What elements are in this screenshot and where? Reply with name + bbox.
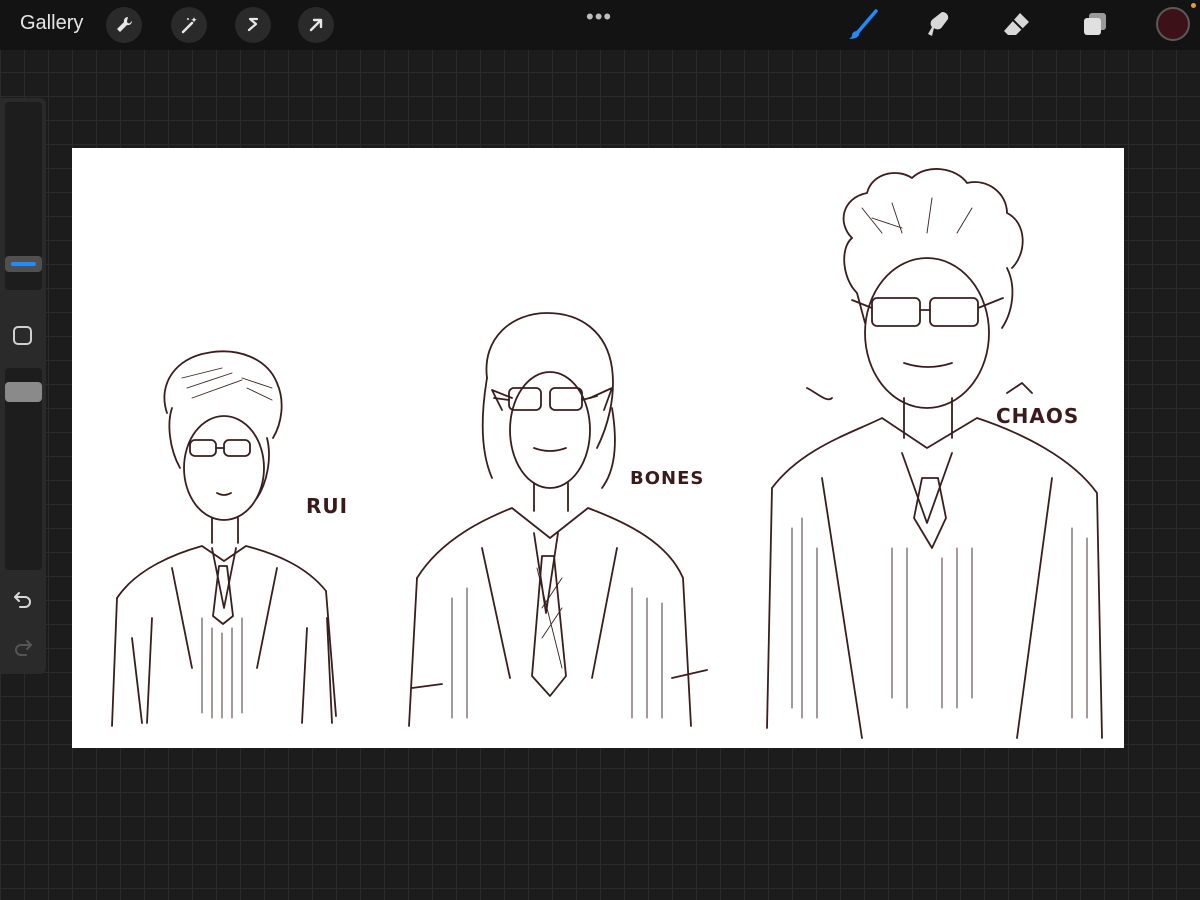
undo-button[interactable] [10,588,36,610]
more-menu-button[interactable]: ••• [586,4,612,30]
eraser-tool-button[interactable] [1000,8,1034,42]
top-toolbar: Gallery ••• [0,0,1200,50]
character-rui [111,350,337,727]
brush-sidebar [0,98,46,674]
transform-arrow-icon [309,18,323,32]
smudge-tool-button[interactable] [922,8,956,42]
layers-icon [1084,13,1106,35]
label-bones: BONES [630,468,705,489]
character-bones [408,312,708,727]
opacity-thumb[interactable] [5,382,42,402]
layers-button[interactable] [1078,8,1112,42]
label-rui: RUI [306,494,349,518]
wrench-icon [117,16,133,32]
selection-button[interactable] [235,7,271,43]
notification-dot [1191,3,1196,8]
brush-size-indicator [11,262,36,266]
label-chaos: CHAOS [996,404,1080,428]
brush-icon [849,9,878,39]
gallery-button[interactable]: Gallery [20,12,83,35]
redo-icon [15,640,32,656]
brush-tool-button[interactable] [846,8,880,42]
color-swatch-button[interactable] [1156,7,1190,41]
undo-icon [14,592,31,608]
smudge-icon [928,12,949,36]
adjustments-button[interactable] [171,7,207,43]
character-chaos [766,168,1103,739]
actions-button[interactable] [106,7,142,43]
eraser-icon [1004,13,1029,35]
redo-button[interactable] [10,636,36,658]
selection-icon [247,17,259,32]
modify-button[interactable] [13,326,32,345]
brush-size-thumb[interactable] [5,256,42,272]
transform-button[interactable] [298,7,334,43]
magic-wand-icon [181,17,197,34]
sketch-artwork [111,168,1103,739]
drawing-canvas[interactable]: RUI BONES CHAOS [72,148,1124,748]
